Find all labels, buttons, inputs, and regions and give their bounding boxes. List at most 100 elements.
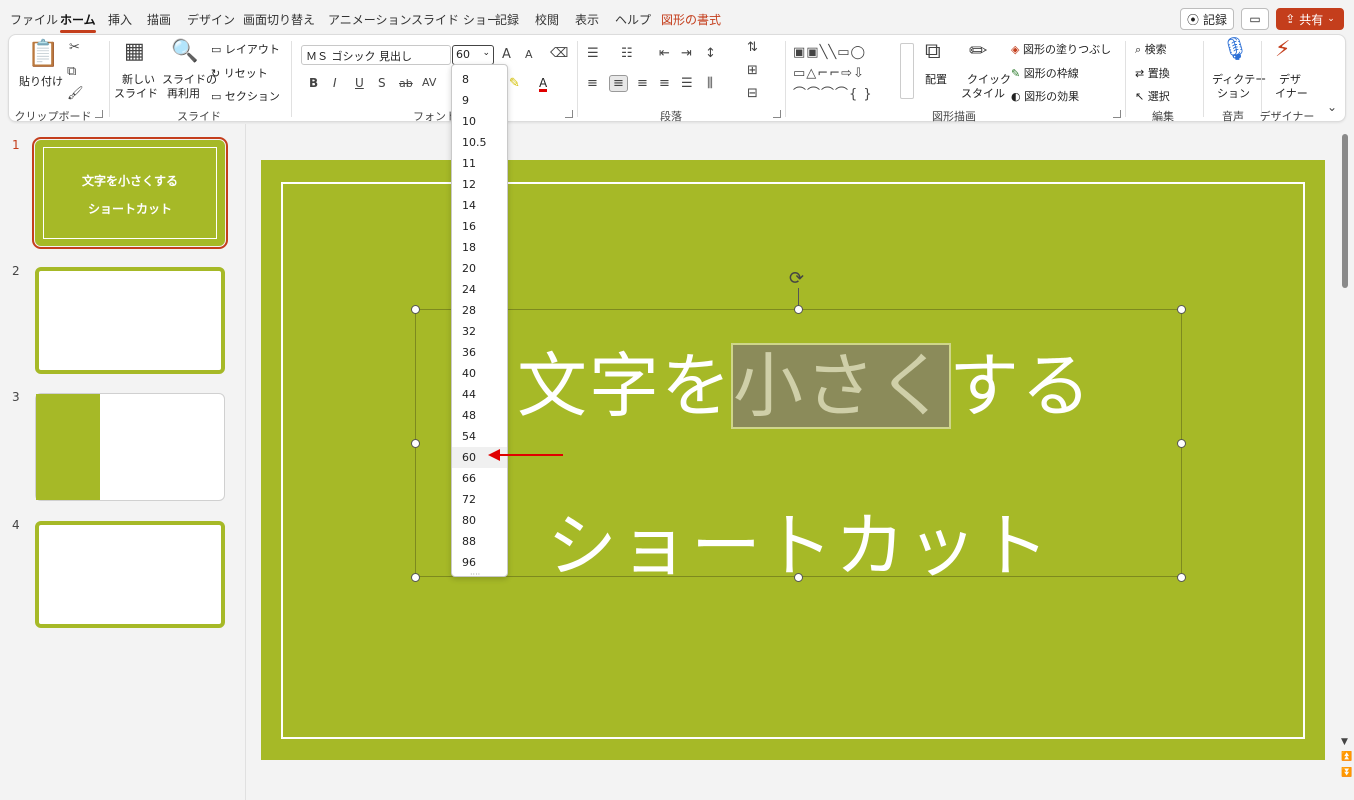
tab-help[interactable]: ヘルプ [615,11,651,28]
tab-transitions[interactable]: 画面切り替え [243,11,315,28]
dictate-label-2[interactable]: ション [1217,85,1250,101]
char-spacing-button[interactable]: AV [422,77,436,88]
slide-title[interactable]: 文字を小さくする [517,330,1093,431]
font-size-option[interactable]: 20 [452,258,507,279]
font-size-option[interactable]: 54 [452,426,507,447]
resize-handle[interactable] [411,305,420,314]
microphone-icon[interactable]: 🎙 [1221,39,1249,61]
font-launcher-icon[interactable] [565,110,573,118]
font-size-option[interactable]: 8 [452,69,507,90]
clear-format-icon[interactable]: ⌫ [550,47,568,60]
highlight-icon[interactable]: ✎ [509,77,520,90]
font-size-option[interactable]: 48 [452,405,507,426]
font-size-option[interactable]: 9 [452,90,507,111]
copy-icon[interactable]: ⧉ [67,65,76,78]
arrange-button[interactable]: 配置 [925,71,947,87]
collapse-ribbon-icon[interactable]: ⌄ [1327,101,1337,113]
tab-shape-format[interactable]: 図形の書式 [661,11,721,28]
shape-outline-button[interactable]: ✎ 図形の枠線 [1011,65,1079,81]
share-button[interactable]: ⇪ 共有 ⌄ [1276,8,1344,30]
font-name-input[interactable]: ＭＳ ゴシック 見出し [301,45,451,65]
cut-icon[interactable]: ✂ [69,41,80,54]
tab-animations[interactable]: アニメーション [328,11,412,28]
tab-slideshow[interactable]: スライド ショー [411,11,499,28]
record-button[interactable]: ⦿ 記録 [1180,8,1234,30]
distributed-icon[interactable]: ☰ [681,77,693,90]
line-spacing-icon[interactable]: ↕ [705,47,716,60]
slide-thumbnail-4[interactable] [35,521,225,628]
tab-home[interactable]: ホーム [60,11,96,33]
resize-handle[interactable] [1177,305,1186,314]
shapes-gallery-scroll[interactable] [900,43,914,99]
justify-icon[interactable]: ≡ [659,77,670,90]
bullets-icon[interactable]: ☰ [587,47,599,60]
slide-thumbnail-2[interactable] [35,267,225,374]
resize-handle[interactable] [1177,439,1186,448]
tab-file[interactable]: ファイル [10,11,58,28]
quick-styles-label-2[interactable]: スタイル [961,85,1005,101]
font-size-option[interactable]: 28 [452,300,507,321]
resize-handle[interactable] [794,305,803,314]
shadow-button[interactable]: S [378,77,386,89]
increase-indent-icon[interactable]: ⇥ [681,47,692,60]
tab-draw[interactable]: 描画 [147,11,171,28]
font-size-option[interactable]: 14 [452,195,507,216]
slide-subtitle[interactable]: ショートカット [547,490,1051,591]
align-center-icon[interactable]: ≡ [609,75,628,92]
next-slide-icon[interactable]: ⏬ [1341,768,1352,778]
clipboard-launcher-icon[interactable] [95,110,103,118]
tab-view[interactable]: 表示 [575,11,599,28]
section-button[interactable]: ▭ セクション [211,88,280,104]
align-right-icon[interactable]: ≡ [637,77,648,90]
underline-button[interactable]: U [355,77,364,89]
chevron-down-icon[interactable]: ⌄ [482,48,490,58]
font-size-option[interactable]: 24 [452,279,507,300]
slide-canvas[interactable]: ⟳ 文字を小さくする ショートカット [261,160,1325,760]
numbering-icon[interactable]: ☷ [621,47,633,60]
reset-button[interactable]: ↻ リセット [211,65,268,81]
font-size-option[interactable]: 12 [452,174,507,195]
font-size-input[interactable]: 60 ⌄ [452,45,494,65]
prev-slide-icon[interactable]: ⏫ [1341,752,1352,762]
tab-review[interactable]: 校閲 [535,11,559,28]
grow-font-icon[interactable]: A [502,48,511,61]
resize-handle[interactable] [411,439,420,448]
font-size-option[interactable]: 10.5 [452,132,507,153]
align-left-icon[interactable]: ≡ [587,77,598,90]
paragraph-launcher-icon[interactable] [773,110,781,118]
font-size-option[interactable]: 16 [452,216,507,237]
shrink-font-icon[interactable]: A [525,49,533,60]
find-button[interactable]: ⌕ 検索 [1135,41,1167,57]
smartart-icon[interactable]: ⊟ [747,87,758,100]
tab-design[interactable]: デザイン [187,11,235,28]
scroll-down-icon[interactable]: ▼ [1341,737,1348,747]
select-button[interactable]: ↖ 選択 [1135,88,1170,104]
font-size-option[interactable]: 36 [452,342,507,363]
slide-thumbnail-3[interactable] [35,393,225,501]
new-slide-icon[interactable]: ▦ [124,41,145,63]
font-size-option[interactable]: 66 [452,468,507,489]
decrease-indent-icon[interactable]: ⇤ [659,47,670,60]
paste-button[interactable]: 貼り付け [19,73,63,89]
drawing-launcher-icon[interactable] [1113,110,1121,118]
slide-thumbnail-1[interactable]: 文字を小さくする ショートカット [32,137,228,249]
font-color-button[interactable]: A [539,77,548,92]
font-size-option[interactable]: 72 [452,489,507,510]
new-slide-label-2[interactable]: スライド [114,85,158,101]
rotate-handle-icon[interactable]: ⟳ [789,268,804,289]
layout-button[interactable]: ▭ レイアウト [211,41,280,57]
comments-button[interactable]: ▭ [1241,8,1269,30]
quick-styles-icon[interactable]: ✏ [969,41,987,63]
font-size-option[interactable]: 18 [452,237,507,258]
font-size-option[interactable]: 32 [452,321,507,342]
format-painter-icon[interactable]: 🖌 [67,87,84,100]
resize-handle[interactable] [411,573,420,582]
shapes-gallery-icon[interactable]: ▣▣╲╲▭◯ ▭△⌐⌐⇨⇩ ⌒⌒⌒⌒{ } [793,43,873,105]
resize-grip-icon[interactable]: ···· [470,570,480,579]
font-size-option[interactable]: 10 [452,111,507,132]
font-size-option[interactable]: 11 [452,153,507,174]
scroll-thumb[interactable] [1342,134,1348,288]
font-size-option[interactable]: 88 [452,531,507,552]
paste-icon[interactable]: 📋 [27,41,59,67]
resize-handle[interactable] [1177,573,1186,582]
